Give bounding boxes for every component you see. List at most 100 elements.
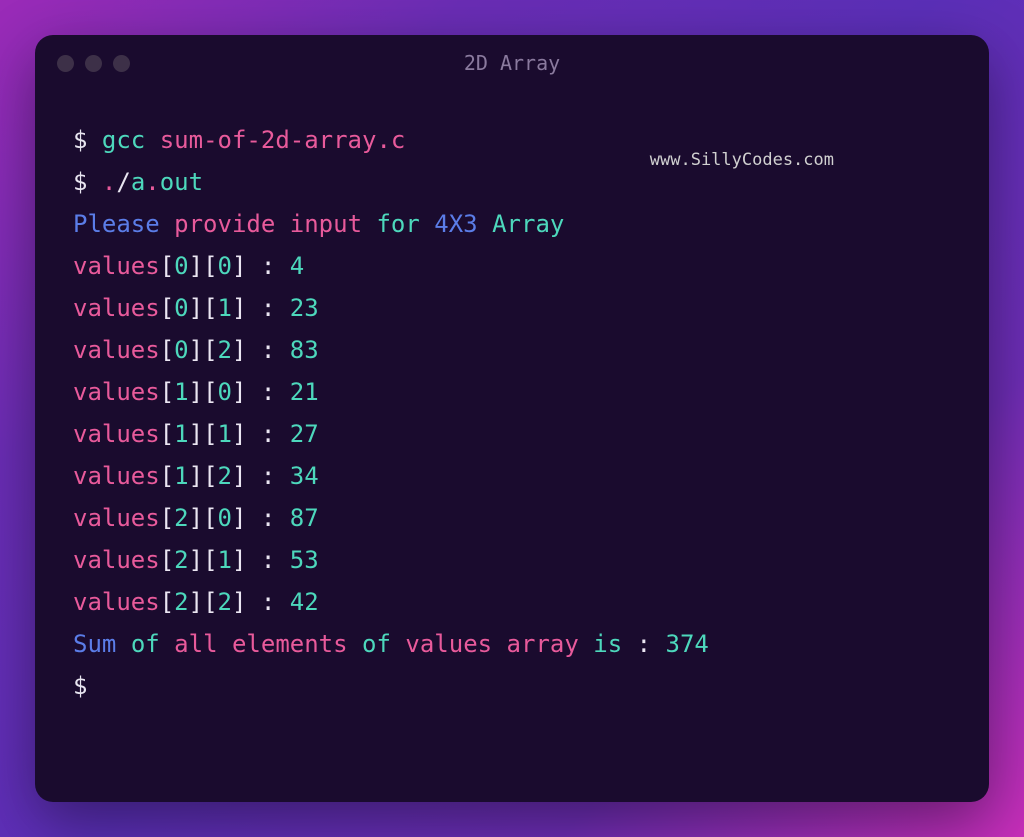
col-index: 0	[218, 504, 232, 532]
col-index: 2	[218, 336, 232, 364]
bracket-close: ]	[232, 420, 246, 448]
prompt-symbol: $	[73, 168, 87, 196]
value-entry-line: values[2][1] : 53	[73, 539, 951, 581]
prompt-symbol: $	[73, 672, 87, 700]
bracket-open: [	[160, 420, 174, 448]
colon: :	[261, 294, 275, 322]
row-index: 2	[174, 546, 188, 574]
bracket-close: ]	[189, 420, 203, 448]
entry-value: 87	[290, 504, 319, 532]
close-button[interactable]	[57, 55, 74, 72]
row-index: 0	[174, 294, 188, 322]
word-all: all	[174, 630, 217, 658]
col-index: 0	[218, 252, 232, 280]
run-out: out	[160, 168, 203, 196]
bracket-close: ]	[232, 294, 246, 322]
gcc-command: gcc	[102, 126, 145, 154]
values-label: values	[73, 336, 160, 364]
run-slash: /	[116, 168, 130, 196]
word-please: Please	[73, 210, 160, 238]
bracket-close: ]	[189, 378, 203, 406]
row-index: 1	[174, 378, 188, 406]
bracket-open: [	[203, 546, 217, 574]
bracket-open: [	[203, 378, 217, 406]
word-for: for	[376, 210, 419, 238]
row-index: 2	[174, 588, 188, 616]
value-entry-line: values[0][2] : 83	[73, 329, 951, 371]
row-index: 1	[174, 462, 188, 490]
maximize-button[interactable]	[113, 55, 130, 72]
entry-value: 27	[290, 420, 319, 448]
minimize-button[interactable]	[85, 55, 102, 72]
value-entry-line: values[0][1] : 23	[73, 287, 951, 329]
window-title: 2D Array	[464, 51, 560, 75]
entries-container: values[0][0] : 4values[0][1] : 23values[…	[73, 245, 951, 623]
run-dot: .	[102, 168, 116, 196]
colon: :	[261, 504, 275, 532]
terminal-body[interactable]: www.SillyCodes.com $ gcc sum-of-2d-array…	[35, 91, 989, 802]
word-of: of	[131, 630, 160, 658]
watermark: www.SillyCodes.com	[650, 146, 834, 176]
word-array: Array	[492, 210, 564, 238]
value-entry-line: values[1][2] : 34	[73, 455, 951, 497]
word-of2: of	[362, 630, 391, 658]
word-elements: elements	[232, 630, 348, 658]
bracket-open: [	[160, 336, 174, 364]
bracket-close: ]	[189, 588, 203, 616]
values-label: values	[73, 378, 160, 406]
prompt-symbol: $	[73, 126, 87, 154]
values-label: values	[73, 588, 160, 616]
colon: :	[261, 588, 275, 616]
entry-value: 23	[290, 294, 319, 322]
value-entry-line: values[2][2] : 42	[73, 581, 951, 623]
bracket-open: [	[203, 420, 217, 448]
word-array2: array	[507, 630, 579, 658]
bracket-close: ]	[232, 462, 246, 490]
entry-value: 42	[290, 588, 319, 616]
source-file: sum-of-2d-array.c	[160, 126, 406, 154]
values-label: values	[73, 252, 160, 280]
word-input: input	[290, 210, 362, 238]
entry-value: 21	[290, 378, 319, 406]
row-index: 0	[174, 252, 188, 280]
col-index: 2	[218, 462, 232, 490]
run-a: a	[131, 168, 145, 196]
bracket-open: [	[203, 294, 217, 322]
input-prompt-line: Please provide input for 4X3 Array	[73, 203, 951, 245]
row-index: 2	[174, 504, 188, 532]
result-value: 374	[666, 630, 709, 658]
col-index: 0	[218, 378, 232, 406]
bracket-close: ]	[189, 252, 203, 280]
final-prompt-line: $	[73, 665, 951, 707]
value-entry-line: values[1][0] : 21	[73, 371, 951, 413]
colon: :	[261, 378, 275, 406]
value-entry-line: values[2][0] : 87	[73, 497, 951, 539]
row-index: 1	[174, 420, 188, 448]
result-line: Sum of all elements of values array is :…	[73, 623, 951, 665]
col-index: 1	[218, 420, 232, 448]
bracket-close: ]	[232, 336, 246, 364]
traffic-lights	[57, 55, 130, 72]
values-label: values	[73, 462, 160, 490]
colon: :	[261, 336, 275, 364]
word-sum: Sum	[73, 630, 116, 658]
bracket-open: [	[160, 378, 174, 406]
bracket-open: [	[203, 504, 217, 532]
bracket-open: [	[203, 336, 217, 364]
bracket-open: [	[203, 588, 217, 616]
bracket-close: ]	[189, 462, 203, 490]
bracket-close: ]	[189, 504, 203, 532]
title-bar: 2D Array	[35, 35, 989, 91]
run-dot2: .	[145, 168, 159, 196]
entry-value: 53	[290, 546, 319, 574]
bracket-open: [	[160, 252, 174, 280]
colon: :	[261, 420, 275, 448]
word-is: is	[593, 630, 622, 658]
bracket-close: ]	[232, 252, 246, 280]
values-label: values	[73, 546, 160, 574]
bracket-open: [	[160, 588, 174, 616]
bracket-close: ]	[232, 378, 246, 406]
colon: :	[261, 462, 275, 490]
array-dimensions: 4X3	[434, 210, 477, 238]
entry-value: 83	[290, 336, 319, 364]
